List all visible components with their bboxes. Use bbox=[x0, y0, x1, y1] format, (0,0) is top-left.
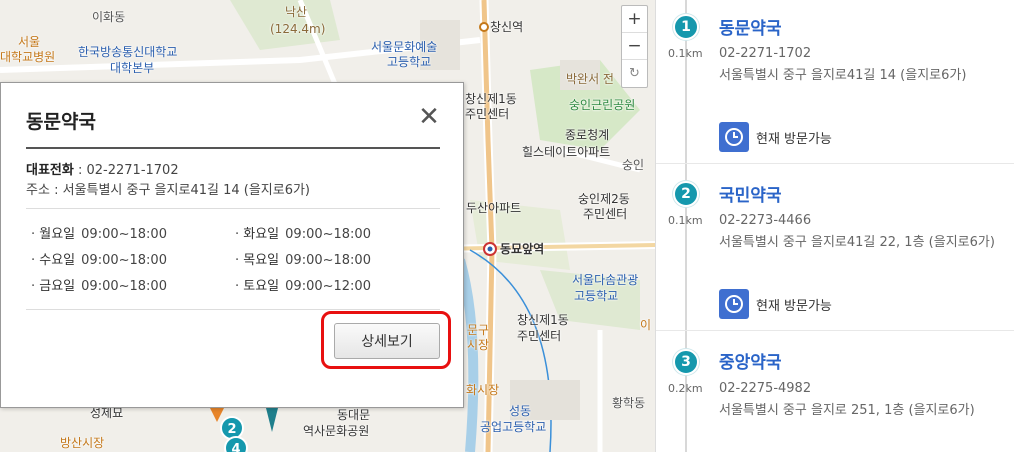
hours-day: 목요일 bbox=[243, 253, 280, 268]
map-label: 창신제1동 bbox=[517, 313, 569, 327]
pharmacy-phone: 02-2271-1702 bbox=[719, 46, 812, 61]
map-label: 황학동 bbox=[612, 396, 646, 410]
pharmacy-phone: 02-2275-4982 bbox=[719, 381, 812, 396]
divider bbox=[656, 330, 1014, 331]
pharmacy-address: 서울특별시 중구 을지로41길 22, 1층 (을지로6가) bbox=[719, 235, 995, 250]
zoom-control: + − ↻ bbox=[621, 5, 648, 88]
hours-time: 09:00~18:00 bbox=[81, 279, 167, 294]
map-label: 숭인 bbox=[622, 158, 645, 172]
map-label: 한국방송통신대학교 bbox=[78, 45, 178, 59]
divider bbox=[26, 147, 440, 149]
map-label: 시장 bbox=[467, 338, 490, 352]
map-label: 성동 bbox=[509, 404, 532, 418]
hours-row: · 금요일 09:00~18:00 bbox=[31, 279, 167, 294]
map-label: 동묘앞역 bbox=[500, 242, 545, 256]
map-label: 숭인근린공원 bbox=[569, 98, 636, 112]
popup-phone-row: 대표전화 : 02-2271-1702 bbox=[26, 159, 179, 178]
map-label: 성제묘 bbox=[90, 406, 124, 420]
visit-status-text: 현재 방문가능 bbox=[756, 131, 832, 147]
zoom-in-button[interactable]: + bbox=[622, 6, 647, 33]
map-label: 서울 bbox=[18, 35, 41, 49]
map-view[interactable]: 이화동 낙산 (124.4m) 창신역 서울 대학교병원 한국방송통신대학교 대… bbox=[0, 0, 655, 452]
item-distance: 0.1km bbox=[668, 214, 703, 227]
map-label: 이 bbox=[640, 318, 652, 332]
map-label: 공업고등학교 bbox=[480, 420, 547, 434]
pharmacy-info-popup: 동문약국 ✕ 대표전화 : 02-2271-1702 주소 : 서울특별시 중구… bbox=[0, 82, 464, 408]
hours-day: 화요일 bbox=[243, 227, 280, 242]
map-label: 두산아파트 bbox=[466, 201, 522, 215]
map-label: 화시장 bbox=[466, 383, 500, 397]
address-label: 주소 bbox=[26, 183, 50, 198]
map-label: 동대문 bbox=[337, 408, 371, 422]
item-distance: 0.2km bbox=[668, 382, 703, 395]
map-label: 숭인제2동 bbox=[578, 192, 630, 206]
map-label: 주민센터 bbox=[517, 329, 562, 343]
map-label: 문구 bbox=[467, 323, 490, 337]
svg-text:2: 2 bbox=[227, 422, 236, 437]
hours-day: 금요일 bbox=[39, 279, 76, 294]
pharmacy-name-link[interactable]: 국민약국 bbox=[719, 181, 782, 206]
map-label: 방산시장 bbox=[60, 436, 105, 450]
map-label: 창신역 bbox=[490, 20, 524, 34]
item-distance: 0.1km bbox=[668, 47, 703, 60]
hours-row: · 토요일 09:00~12:00 bbox=[235, 279, 371, 294]
item-number-badge: 3 bbox=[673, 349, 699, 375]
map-label: 박완서 전 bbox=[566, 72, 614, 86]
map-label: 힐스테이트아파트 bbox=[522, 145, 611, 159]
map-label: 이화동 bbox=[92, 10, 126, 24]
popup-title: 동문약국 bbox=[26, 111, 96, 133]
divider bbox=[656, 163, 1014, 164]
hours-time: 09:00~18:00 bbox=[81, 253, 167, 268]
hours-row: · 수요일 09:00~18:00 bbox=[31, 253, 167, 268]
zoom-out-button[interactable]: − bbox=[622, 33, 647, 60]
map-label: (124.4m) bbox=[270, 22, 326, 36]
visit-status: 현재 방문가능 bbox=[719, 289, 832, 319]
hours-time: 09:00~18:00 bbox=[285, 227, 371, 242]
hours-row: · 화요일 09:00~18:00 bbox=[235, 227, 371, 242]
map-label: 종로청계 bbox=[565, 128, 610, 142]
map-label: 고등학교 bbox=[574, 289, 619, 303]
map-label: 주민센터 bbox=[465, 107, 510, 121]
popup-address-row: 주소 : 서울특별시 중구 을지로41길 14 (을지로6가) bbox=[26, 179, 310, 198]
app-root: 이화동 낙산 (124.4m) 창신역 서울 대학교병원 한국방송통신대학교 대… bbox=[0, 0, 1014, 452]
detail-button[interactable]: 상세보기 bbox=[334, 323, 440, 359]
map-label: 고등학교 bbox=[387, 55, 432, 69]
phone-value: : 02-2271-1702 bbox=[77, 163, 179, 178]
hours-time: 09:00~18:00 bbox=[285, 253, 371, 268]
pharmacy-name-link[interactable]: 중앙약국 bbox=[719, 348, 782, 373]
address-value: : 서울특별시 중구 을지로41길 14 (을지로6가) bbox=[54, 183, 311, 198]
hours-time: 09:00~18:00 bbox=[81, 227, 167, 242]
hours-day: 토요일 bbox=[243, 279, 280, 294]
map-label: 창신제1동 bbox=[465, 92, 517, 106]
svg-text:4: 4 bbox=[231, 442, 240, 452]
visit-status-text: 현재 방문가능 bbox=[756, 298, 832, 314]
clock-icon bbox=[719, 122, 749, 152]
close-icon[interactable]: ✕ bbox=[415, 102, 443, 132]
divider bbox=[26, 309, 440, 310]
map-label: 서울문화예술 bbox=[371, 40, 438, 54]
clock-icon bbox=[719, 289, 749, 319]
pharmacy-address: 서울특별시 중구 을지로41길 14 (을지로6가) bbox=[719, 68, 967, 83]
hours-row: · 월요일 09:00~18:00 bbox=[31, 227, 167, 242]
map-label: 대학본부 bbox=[110, 61, 155, 75]
map-label: 대학교병원 bbox=[0, 50, 56, 64]
item-number-badge: 2 bbox=[673, 181, 699, 207]
item-number-badge: 1 bbox=[673, 14, 699, 40]
phone-label: 대표전화 bbox=[26, 163, 74, 178]
hours-time: 09:00~12:00 bbox=[285, 279, 371, 294]
pharmacy-phone: 02-2273-4466 bbox=[719, 213, 812, 228]
visit-status: 현재 방문가능 bbox=[719, 122, 832, 152]
hours-day: 월요일 bbox=[39, 227, 76, 242]
pharmacy-name-link[interactable]: 동문약국 bbox=[719, 14, 782, 39]
pharmacy-list-panel: 1 0.1km 동문약국 02-2271-1702 서울특별시 중구 을지로41… bbox=[655, 0, 1014, 452]
divider bbox=[26, 208, 440, 209]
map-label: 주민센터 bbox=[583, 207, 628, 221]
refresh-icon[interactable]: ↻ bbox=[622, 60, 647, 87]
map-label: 낙산 bbox=[285, 5, 308, 19]
hours-day: 수요일 bbox=[39, 253, 76, 268]
map-label: 역사문화공원 bbox=[303, 424, 370, 438]
pharmacy-address: 서울특별시 중구 을지로 251, 1층 (을지로6가) bbox=[719, 403, 975, 418]
hours-row: · 목요일 09:00~18:00 bbox=[235, 253, 371, 268]
map-label: 서울다솜관광 bbox=[572, 273, 639, 287]
